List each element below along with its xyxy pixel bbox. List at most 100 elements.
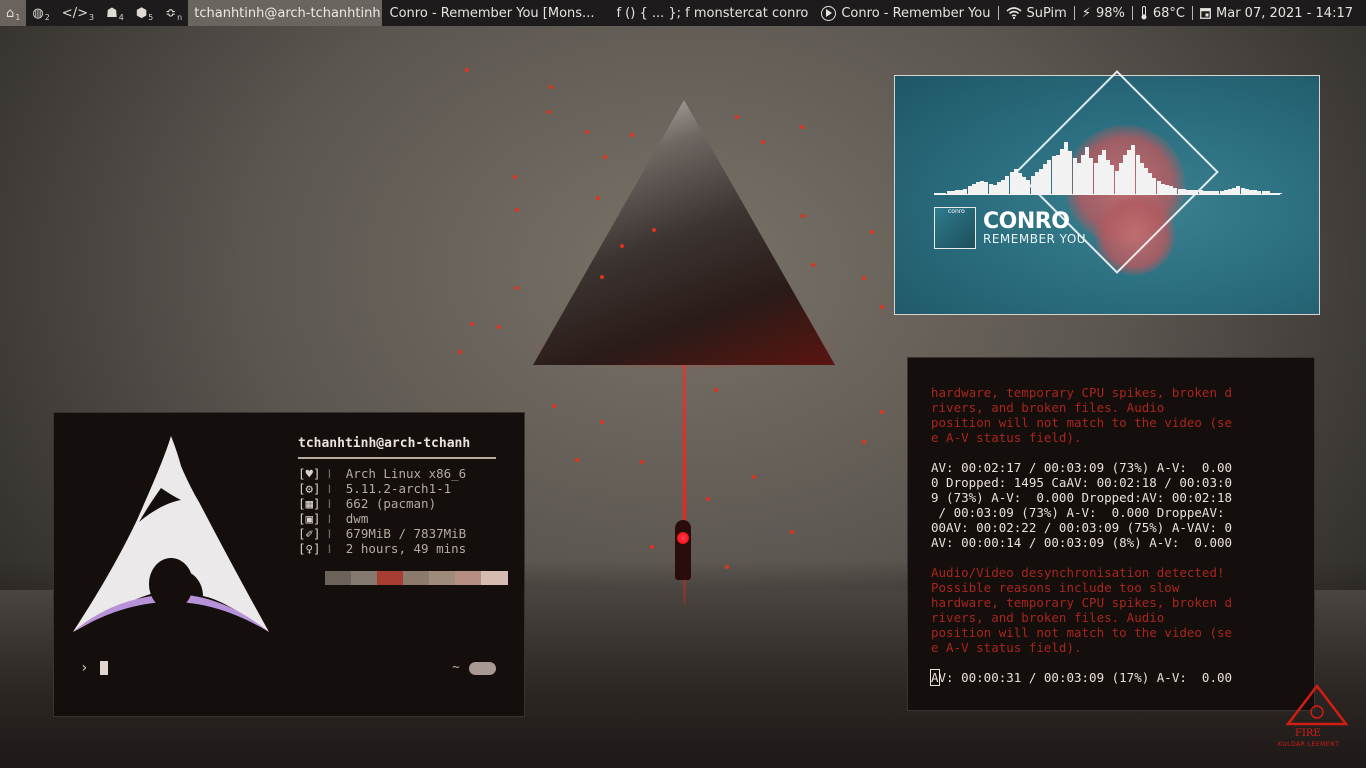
ember-particle — [596, 196, 600, 200]
log-line: hardware, temporary CPU spikes, broken d — [931, 385, 1233, 400]
log-line: e A-V status field). — [931, 640, 1082, 655]
ember-particle — [725, 565, 729, 569]
neofetch-separator: ⧘ — [320, 496, 346, 511]
ember-particle — [862, 276, 866, 280]
neofetch-line: [♀] ⧘ 2 hours, 49 mins — [298, 541, 466, 557]
neofetch-line-icon: [♥] — [298, 466, 321, 481]
workspace-tag-3[interactable]: </> 3 — [56, 0, 100, 26]
album-cover-label: conro — [948, 208, 965, 215]
neofetch-separator: ⧘ — [320, 481, 346, 496]
log-line-current: AV: 00:00:31 / 00:03:09 (17%) A-V: 0.00 — [930, 669, 1301, 686]
log-line: AV: 00:00:14 / 00:03:09 (8%) A-V: 0.000 — [931, 535, 1233, 550]
ember-particle — [585, 130, 589, 134]
clock-status[interactable]: Mar 07, 2021 - 14:17 — [1193, 6, 1360, 21]
active-window-title[interactable]: tchanhtinh@arch-tchanhtinh:~ — [188, 0, 382, 26]
ember-particle — [862, 440, 866, 444]
log-line: / 00:03:09 (73%) A-V: 0.000 DroppeAV: — [931, 505, 1225, 520]
figure-silhouette — [675, 520, 691, 580]
workspace-tag-4[interactable]: ☗ 4 — [100, 0, 130, 26]
log-line-text: V: 00:00:31 / 00:03:09 (17%) A-V: 0.00 — [938, 670, 1233, 685]
ember-particle — [640, 460, 644, 464]
neofetch-underline — [298, 457, 496, 459]
neofetch-line: [▣] ⧘ dwm — [298, 511, 368, 527]
workspace-tags: ⌂ 1 ◍ 2 </> 3 ☗ 4 ⬢ 5 ≎ n — [0, 0, 188, 26]
neofetch-separator: ⧘ — [320, 541, 346, 556]
workspace-icon: ⬢ — [135, 5, 148, 21]
ember-particle — [600, 420, 604, 424]
ember-particle — [515, 208, 519, 212]
log-line: rivers, and broken files. Audio — [931, 610, 1165, 625]
log-line: AV: 00:02:17 / 00:03:09 (73%) A-V: 0.00 — [931, 460, 1233, 475]
window-title-shell[interactable]: f () { ... }; f monstercat conro — [600, 6, 814, 21]
ember-particle — [714, 388, 718, 392]
ember-particle — [513, 175, 517, 179]
now-playing[interactable]: Conro - Remember You — [814, 5, 997, 21]
palette-swatch — [481, 571, 508, 585]
neofetch-line-value: dwm — [345, 511, 369, 526]
ember-particle — [549, 85, 553, 89]
palette-swatch — [455, 571, 482, 585]
window-title-mpv[interactable]: Conro - Remember You [Mons... — [382, 6, 601, 21]
neofetch-line-icon: [▣] — [298, 511, 321, 526]
terminal-cursor[interactable] — [100, 661, 108, 675]
neofetch-line-icon: [♀] — [298, 541, 321, 556]
shell-prompt: › — [80, 660, 89, 676]
log-line: rivers, and broken files. Audio — [931, 400, 1165, 415]
ember-particle — [652, 228, 656, 232]
ember-particle — [880, 305, 884, 309]
workspace-icon: ≎ — [165, 5, 177, 21]
log-line: 0 Dropped: 1495 CaAV: 00:02:18 / 00:03:0 — [931, 475, 1233, 490]
ember-particle — [620, 244, 624, 248]
workspace-tag-1[interactable]: ⌂ 1 — [0, 0, 27, 26]
palette-swatch — [325, 571, 352, 585]
neofetch-line-value: 5.11.2-arch1-1 — [345, 481, 452, 496]
ember-particle — [790, 530, 794, 534]
artist-name: CONRO — [983, 209, 1070, 234]
log-line: 00AV: 00:02:22 / 00:03:09 (75%) A-VAV: 0 — [931, 520, 1233, 535]
neofetch-line-icon: [✐] — [298, 526, 321, 541]
workspace-tag-2[interactable]: ◍ 2 — [26, 0, 55, 26]
status-area: Conro - Remember You SuPim ⚡ 98% 68°C Ma… — [814, 0, 1366, 26]
neofetch-line-value: 662 (pacman) — [345, 496, 437, 511]
ember-particle — [470, 322, 474, 326]
workspace-number: 4 — [118, 12, 124, 22]
workspace-tag-n[interactable]: ≎ n — [159, 0, 188, 26]
battery-label: 98% — [1095, 5, 1125, 21]
temperature-label: 68°C — [1152, 5, 1186, 21]
log-line: position will not match to the video (se — [931, 625, 1233, 640]
ember-particle — [870, 230, 874, 234]
workspace-number: 1 — [15, 12, 21, 22]
temperature-status[interactable]: 68°C — [1133, 6, 1192, 21]
ember-particle — [600, 275, 604, 279]
prompt-pill — [469, 662, 496, 675]
calendar-icon — [1200, 8, 1211, 19]
neofetch-user-host: tchanhtinh@arch-tchanh — [298, 436, 471, 451]
ember-particle — [603, 155, 607, 159]
figure-glow — [677, 532, 689, 544]
neofetch-line-icon: [⚙] — [298, 481, 321, 496]
neofetch-separator: ⧘ — [320, 511, 346, 526]
ember-particle — [515, 286, 519, 290]
workspace-number: 5 — [148, 12, 154, 22]
workspace-icon: </> — [61, 5, 88, 21]
battery-bolt-icon: ⚡ — [1081, 5, 1091, 21]
workspace-icon: ☗ — [106, 5, 118, 21]
neofetch-line: [▦] ⧘ 662 (pacman) — [298, 496, 436, 512]
neofetch-line-value: Arch Linux x86_6 — [345, 466, 467, 481]
thermometer-icon — [1141, 6, 1147, 20]
play-icon — [821, 5, 837, 21]
cwd-indicator: ~ — [452, 660, 460, 675]
log-line: e A-V status field). — [931, 430, 1082, 445]
ember-particle — [761, 140, 765, 144]
workspace-number: n — [177, 12, 183, 22]
wifi-status[interactable]: SuPim — [999, 6, 1074, 21]
workspace-tag-5[interactable]: ⬢ 5 — [130, 0, 159, 26]
wifi-icon — [1005, 7, 1022, 19]
log-line: Possible reasons include too slow — [931, 580, 1180, 595]
ember-particle — [575, 458, 579, 462]
mpv-log-output: hardware, temporary CPU spikes, broken d… — [930, 385, 1301, 686]
neofetch-separator: ⧘ — [320, 526, 346, 541]
battery-status[interactable]: ⚡ 98% — [1075, 6, 1132, 21]
ember-particle — [752, 475, 756, 479]
